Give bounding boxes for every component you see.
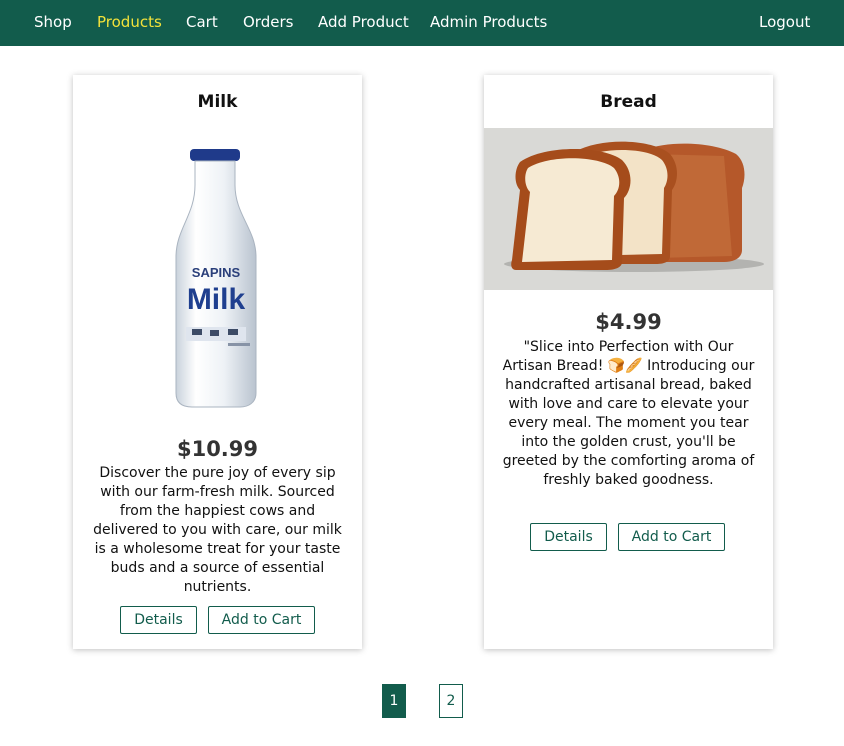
logout-link[interactable]: Logout bbox=[759, 13, 810, 31]
product-card-bread: Bread $4.99 "Slice into Perfection with … bbox=[484, 75, 773, 649]
nav-shop-link[interactable]: Shop bbox=[34, 13, 72, 31]
page-2-button[interactable]: 2 bbox=[439, 684, 463, 718]
product-description: "Slice into Perfection with Our Artisan … bbox=[502, 339, 755, 488]
milk-product-image: SAPINS Milk bbox=[168, 145, 268, 410]
nav-admin-products-link[interactable]: Admin Products bbox=[430, 13, 547, 31]
add-to-cart-button[interactable]: Add to Cart bbox=[618, 523, 725, 551]
bottle-label-text: Milk bbox=[187, 283, 246, 316]
nav-products-link[interactable]: Products bbox=[97, 13, 162, 31]
product-title: Bread bbox=[600, 92, 657, 112]
top-navigation-bar: Shop Products Cart Orders Add Product Ad… bbox=[0, 0, 844, 46]
bread-product-image bbox=[484, 128, 773, 290]
add-to-cart-button[interactable]: Add to Cart bbox=[208, 606, 315, 634]
product-description: Discover the pure joy of every sip with … bbox=[93, 465, 342, 595]
product-price: $4.99 bbox=[595, 310, 662, 334]
details-button[interactable]: Details bbox=[120, 606, 197, 634]
nav-cart-link[interactable]: Cart bbox=[186, 13, 218, 31]
nav-orders-link[interactable]: Orders bbox=[243, 13, 293, 31]
bottle-brand-text: SAPINS bbox=[192, 265, 241, 280]
details-button[interactable]: Details bbox=[530, 523, 607, 551]
product-price: $10.99 bbox=[176, 437, 259, 461]
product-title: Milk bbox=[197, 92, 238, 112]
page-1-button[interactable]: 1 bbox=[382, 684, 406, 718]
product-card-milk: Milk SAPINS Milk $10.99 Discover the pur… bbox=[73, 75, 362, 649]
nav-add-product-link[interactable]: Add Product bbox=[318, 13, 409, 31]
